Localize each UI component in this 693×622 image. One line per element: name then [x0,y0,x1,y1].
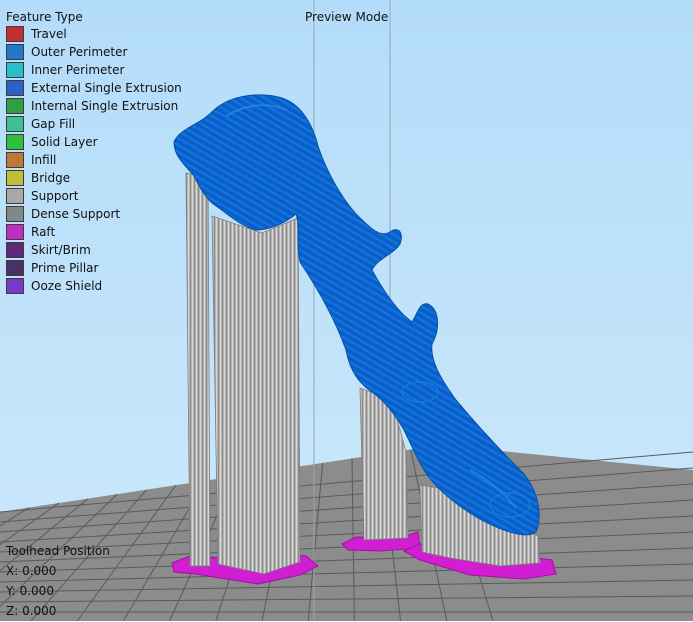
legend-color-swatch [6,152,24,168]
legend-item: Gap Fill [6,115,182,133]
legend-color-swatch [6,242,24,258]
legend-item: Skirt/Brim [6,241,182,259]
legend-item: Ooze Shield [6,277,182,295]
legend-item: Support [6,187,182,205]
toolhead-position-title: Toolhead Position [6,544,110,558]
legend-color-swatch [6,62,24,78]
legend-item-label: Internal Single Extrusion [31,99,179,113]
legend-item-label: Raft [31,225,56,239]
legend-item: External Single Extrusion [6,79,182,97]
legend-color-swatch [6,116,24,132]
legend-color-swatch [6,170,24,186]
legend-item: Raft [6,223,182,241]
legend-item-label: Infill [31,153,57,167]
legend-item: Inner Perimeter [6,61,182,79]
legend-item-label: Bridge [31,171,71,185]
legend-color-swatch [6,44,24,60]
legend-item: Infill [6,151,182,169]
legend-item-label: Dense Support [31,207,121,221]
legend-color-swatch [6,98,24,114]
legend-color-swatch [6,188,24,204]
legend-item: Dense Support [6,205,182,223]
legend-item-label: Ooze Shield [31,279,103,293]
legend-item: Solid Layer [6,133,182,151]
legend-color-swatch [6,224,24,240]
toolhead-y-value: Y: 0.000 [6,584,54,598]
legend-title: Feature Type [6,10,83,24]
legend-item: Prime Pillar [6,259,182,277]
legend-item-label: Skirt/Brim [31,243,91,257]
legend-color-swatch [6,26,24,42]
legend-color-swatch [6,80,24,96]
toolhead-z-value: Z: 0.000 [6,604,57,618]
legend-color-swatch [6,134,24,150]
legend-item: Internal Single Extrusion [6,97,182,115]
legend-item-label: Prime Pillar [31,261,99,275]
toolhead-position-panel: Toolhead Position X: 0.000 Y: 0.000 Z: 0… [6,542,110,622]
feature-type-legend: Feature Type Travel Outer Perimeter Inner … [6,9,182,295]
preview-mode-label: Preview Mode [305,10,389,24]
legend-item-label: Support [31,189,79,203]
legend-item: Outer Perimeter [6,43,182,61]
legend-item-label: Solid Layer [31,135,98,149]
legend-item-label: External Single Extrusion [31,81,182,95]
legend-item: Travel [6,25,182,43]
legend-color-swatch [6,206,24,222]
toolhead-x-value: X: 0.000 [6,564,57,578]
legend-item: Bridge [6,169,182,187]
legend-item-label: Inner Perimeter [31,63,125,77]
legend-color-swatch [6,260,24,276]
legend-item-label: Outer Perimeter [31,45,128,59]
legend-item-label: Travel [31,27,67,41]
legend-color-swatch [6,278,24,294]
legend-item-label: Gap Fill [31,117,76,131]
